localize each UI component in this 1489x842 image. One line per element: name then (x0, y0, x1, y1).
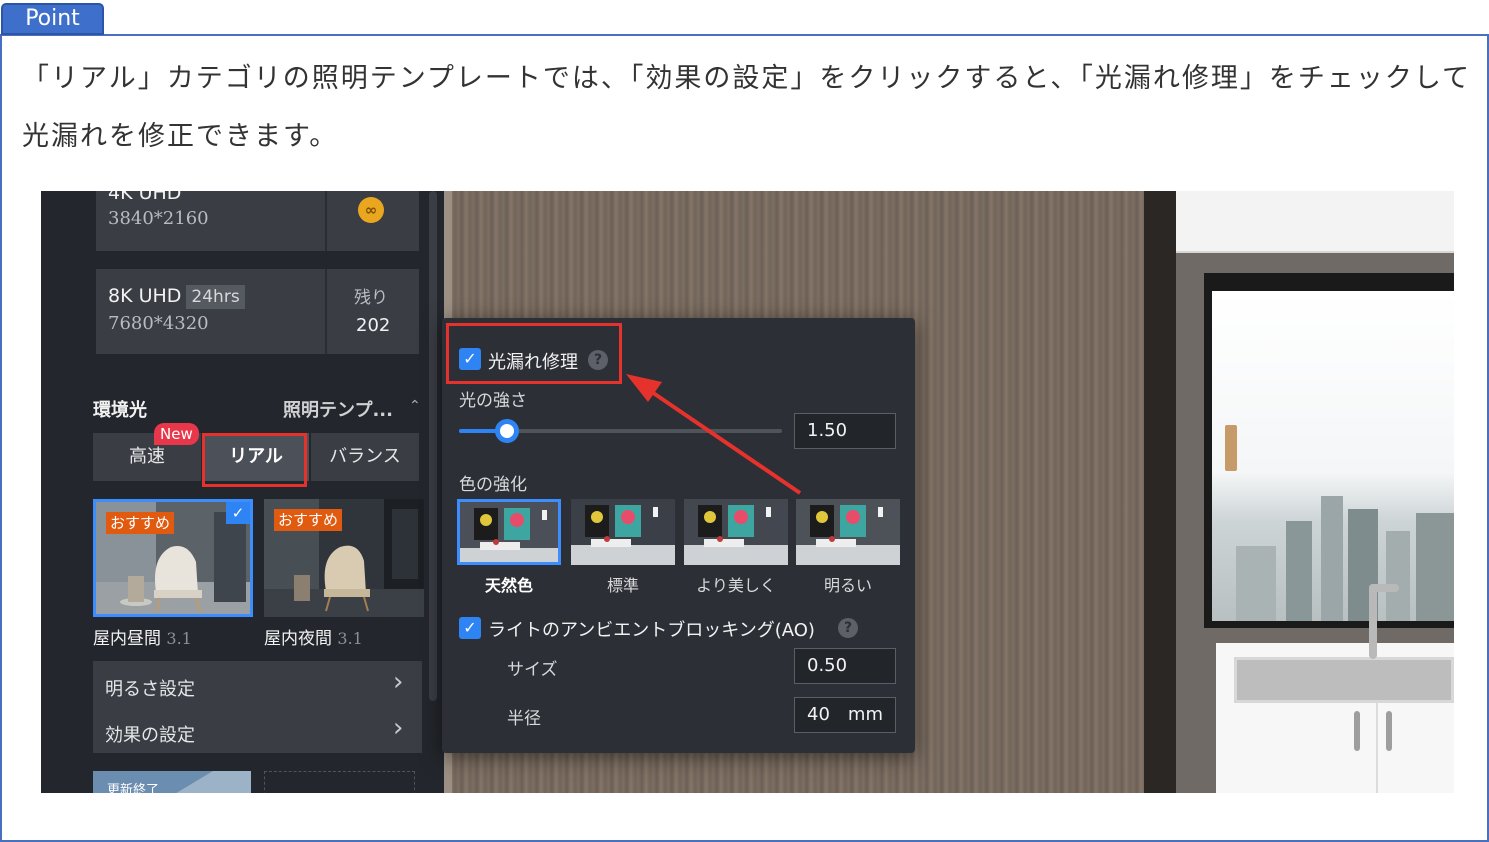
chevron-right-icon[interactable]: › (393, 713, 403, 743)
effect-settings-popup: ✓ 光漏れ修理 ? 光の強さ 1.50 色の強化 天然色 標準 より美しく 明る… (442, 318, 915, 753)
resolution-8k-card[interactable]: 8K UHD 24hrs 7680*4320 残り 202 (96, 269, 419, 354)
highlight-box (446, 323, 622, 384)
description-text: 「リアル」カテゴリの照明テンプレートでは、「効果の設定」をクリックすると、「光漏… (22, 63, 1472, 152)
size-label: サイズ (507, 660, 558, 680)
color-preview-thumbnail (684, 499, 788, 565)
building (1416, 513, 1454, 621)
faucet-top (1369, 584, 1399, 592)
color-option-beautiful[interactable] (684, 499, 788, 565)
resolution-4k-card[interactable]: 4K UHD 3840*2160 ∞ (96, 191, 419, 251)
new-badge: New (154, 423, 199, 445)
color-option-name: 標準 (606, 576, 639, 595)
template-name-text: 屋内夜間 (264, 629, 332, 649)
building (1286, 521, 1312, 621)
sink (1234, 657, 1454, 703)
section-title: 環境光 (93, 400, 147, 421)
color-preview-thumbnail (460, 502, 558, 562)
size-input[interactable]: 0.50 (794, 648, 896, 684)
resolution-name-text: 8K UHD (108, 285, 182, 307)
cabinet-handle (1354, 711, 1360, 751)
resolution-name: 8K UHD 24hrs (108, 285, 245, 309)
left-panel: 4K UHD 3840*2160 ∞ 8K UHD 24hrs 7680*4320… (41, 191, 444, 793)
template-version: 3.1 (166, 629, 192, 648)
card-divider (325, 191, 327, 251)
door-frame (1144, 191, 1176, 793)
template-name: 屋内昼間 3.1 (93, 624, 192, 649)
color-option-name: 天然色 (484, 576, 533, 595)
brightness-settings[interactable]: 明るさ設定 (105, 675, 195, 701)
template-placeholder[interactable] (264, 771, 415, 793)
building (1236, 546, 1276, 621)
effect-settings[interactable]: 効果の設定 (105, 721, 195, 747)
faucet (1369, 584, 1377, 659)
ceiling (1176, 191, 1454, 253)
template-version: 3.1 (337, 629, 363, 648)
chevron-right-icon[interactable]: › (393, 667, 403, 697)
settings-menu: 明るさ設定 › 効果の設定 › (93, 661, 422, 753)
window-handle (1225, 425, 1237, 471)
template-next[interactable]: 更新終了 (93, 771, 251, 793)
radius-value: 40 (807, 704, 830, 725)
light-strength-label: 光の強さ (459, 391, 527, 411)
template-indoor-night[interactable]: おすすめ (264, 499, 424, 617)
color-option-name: 明るい (823, 576, 872, 595)
building (1321, 496, 1343, 621)
remaining-label: 残り (354, 288, 388, 308)
light-strength-input[interactable]: 1.50 (794, 413, 896, 449)
highlight-box (202, 433, 307, 487)
tab-balance[interactable]: バランス (311, 433, 419, 481)
color-option-natural[interactable] (457, 499, 561, 565)
color-preview-thumbnail (571, 499, 675, 565)
recommend-badge: おすすめ (106, 512, 175, 534)
card-divider (325, 269, 327, 354)
template-name: 屋内夜間 3.1 (264, 624, 363, 649)
resolution-size: 7680*4320 (108, 313, 209, 334)
ao-label[interactable]: ライトのアンビエントブロッキング(AO) (488, 616, 815, 642)
screenshot: 4K UHD 3840*2160 ∞ 8K UHD 24hrs 7680*4320… (41, 191, 1454, 793)
remaining-count: 202 (356, 315, 391, 336)
cabinet-divider (1376, 703, 1378, 793)
help-icon[interactable]: ? (838, 618, 858, 638)
resolution-size: 3840*2160 (108, 208, 209, 229)
color-option-standard[interactable] (571, 499, 675, 565)
radius-input[interactable]: 40 mm (794, 697, 896, 733)
scrollbar[interactable] (429, 191, 437, 701)
light-strength-slider-handle[interactable] (495, 419, 519, 443)
cabinet-handle (1386, 711, 1392, 751)
color-option-name: より美しく (696, 576, 776, 595)
template-indoor-day[interactable]: おすすめ ✓ (93, 499, 253, 617)
color-option-bright[interactable] (796, 499, 900, 565)
ao-checkbox[interactable]: ✓ (459, 617, 481, 639)
coin-icon: ∞ (358, 197, 384, 223)
radius-unit: mm (847, 704, 883, 725)
color-enhance-label: 色の強化 (459, 475, 527, 495)
chevron-up-icon[interactable]: ⌃ (409, 398, 421, 414)
color-preview-thumbnail (796, 499, 900, 565)
resolution-name: 4K UHD (108, 191, 182, 204)
radius-label: 半径 (507, 709, 541, 729)
updated-badge: 更新終了 (107, 783, 160, 793)
building (1386, 531, 1410, 621)
duration-badge: 24hrs (186, 285, 245, 309)
kitchen-view (1176, 191, 1454, 793)
template-name-text: 屋内昼間 (93, 629, 161, 649)
check-icon: ✓ (226, 502, 250, 524)
recommend-badge: おすすめ (274, 509, 343, 531)
point-tag: Point (1, 3, 104, 35)
lighting-template-dropdown[interactable]: 照明テンプ... (283, 396, 393, 422)
